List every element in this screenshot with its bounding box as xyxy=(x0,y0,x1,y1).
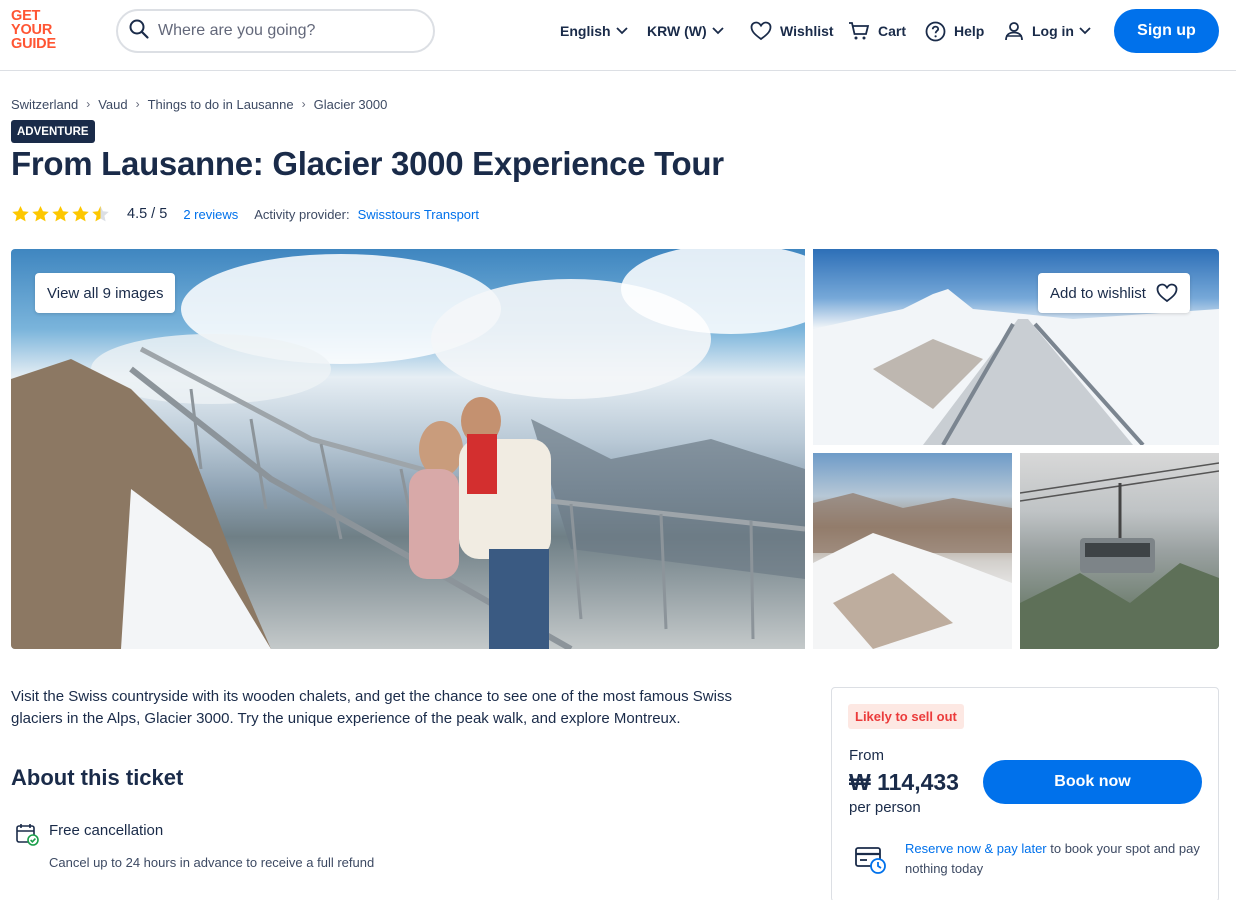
chevron-down-icon xyxy=(615,27,628,35)
photo-alpine-panorama[interactable] xyxy=(813,453,1012,649)
breadcrumb-item-vaud[interactable]: Vaud xyxy=(98,97,127,112)
cart-icon xyxy=(848,21,870,41)
chevron-down-icon xyxy=(1079,27,1091,35)
breadcrumb-item-glacier[interactable]: Glacier 3000 xyxy=(314,97,388,112)
view-all-images-button[interactable]: View all 9 images xyxy=(35,273,176,313)
search-icon xyxy=(128,18,150,45)
breadcrumb: Switzerland › Vaud › Things to do in Lau… xyxy=(11,95,387,113)
add-to-wishlist-button[interactable]: Add to wishlist xyxy=(1038,273,1190,313)
help-label: Help xyxy=(954,23,985,39)
login-menu[interactable]: Log in xyxy=(1004,16,1091,46)
breadcrumb-item-lausanne[interactable]: Things to do in Lausanne xyxy=(148,97,294,112)
per-person-label: per person xyxy=(849,799,921,816)
logo-line-3: GUIDE xyxy=(11,36,56,52)
reserve-pay-later-link[interactable]: Reserve now & pay later xyxy=(905,841,1047,856)
price-value: ₩ 114,433 xyxy=(849,769,959,795)
calendar-check-icon xyxy=(15,822,39,851)
search-input[interactable] xyxy=(158,22,418,40)
price-from-label: From xyxy=(849,747,884,764)
chevron-right-icon: › xyxy=(86,97,91,111)
star-rating xyxy=(11,205,110,223)
wishlist-link[interactable]: Wishlist xyxy=(750,16,834,46)
signup-button[interactable]: Sign up xyxy=(1114,9,1219,53)
chevron-right-icon: › xyxy=(135,97,140,111)
user-icon xyxy=(1004,21,1024,41)
category-badge: ADVENTURE xyxy=(11,120,95,143)
half-star-icon xyxy=(92,205,109,222)
book-now-button[interactable]: Book now xyxy=(983,760,1202,804)
chevron-down-icon xyxy=(711,27,724,35)
booking-card: Likely to sell out From ₩ 114,433 per pe… xyxy=(831,687,1219,900)
reviews-link[interactable]: 2 reviews xyxy=(183,207,238,222)
page-title: From Lausanne: Glacier 3000 Experience T… xyxy=(11,145,724,182)
cart-label: Cart xyxy=(878,23,907,39)
breadcrumb-item-switzerland[interactable]: Switzerland xyxy=(11,97,78,112)
cart-link[interactable]: Cart xyxy=(848,16,906,46)
logo-line-1: GET xyxy=(11,8,41,24)
currency-label: KRW (W) xyxy=(647,23,707,39)
card-clock-icon xyxy=(855,845,887,880)
add-to-wishlist-label: Add to wishlist xyxy=(1050,284,1146,302)
reserve-pay-later-text: Reserve now & pay later to book your spo… xyxy=(905,839,1205,879)
logo-line-2: YOUR xyxy=(11,22,53,38)
star-icon xyxy=(52,205,69,222)
heart-icon xyxy=(750,21,772,41)
photo-cable-car[interactable] xyxy=(1020,453,1219,649)
provider-label: Activity provider: xyxy=(254,206,350,222)
login-label: Log in xyxy=(1032,23,1074,39)
top-header: GET YOUR GUIDE English KRW (W) Wishlist … xyxy=(0,0,1236,71)
help-link[interactable]: Help xyxy=(925,16,984,46)
chevron-right-icon: › xyxy=(301,97,306,111)
rating-row: 4.5 / 5 2 reviews Activity provider: Swi… xyxy=(11,204,479,224)
about-heading: About this ticket xyxy=(11,765,184,790)
search-box[interactable] xyxy=(116,9,435,53)
free-cancellation-title: Free cancellation xyxy=(49,822,164,839)
heart-icon xyxy=(1156,283,1178,303)
help-icon xyxy=(925,21,946,42)
likely-to-sell-out-badge: Likely to sell out xyxy=(848,704,964,729)
rating-value: 4.5 / 5 xyxy=(127,206,168,222)
star-icon xyxy=(72,205,89,222)
language-selector[interactable]: English xyxy=(560,16,628,46)
image-gallery: View all 9 images Add to wishlist xyxy=(11,249,1219,649)
provider-link[interactable]: Swisstours Transport xyxy=(358,207,479,222)
language-label: English xyxy=(560,23,611,39)
getyourguide-logo[interactable]: GET YOUR GUIDE xyxy=(11,9,69,55)
free-cancellation-description: Cancel up to 24 hours in advance to rece… xyxy=(49,855,375,870)
star-icon xyxy=(12,205,29,222)
star-icon xyxy=(32,205,49,222)
tour-description: Visit the Swiss countryside with its woo… xyxy=(11,688,732,727)
wishlist-label: Wishlist xyxy=(780,23,834,39)
currency-selector[interactable]: KRW (W) xyxy=(647,16,724,46)
